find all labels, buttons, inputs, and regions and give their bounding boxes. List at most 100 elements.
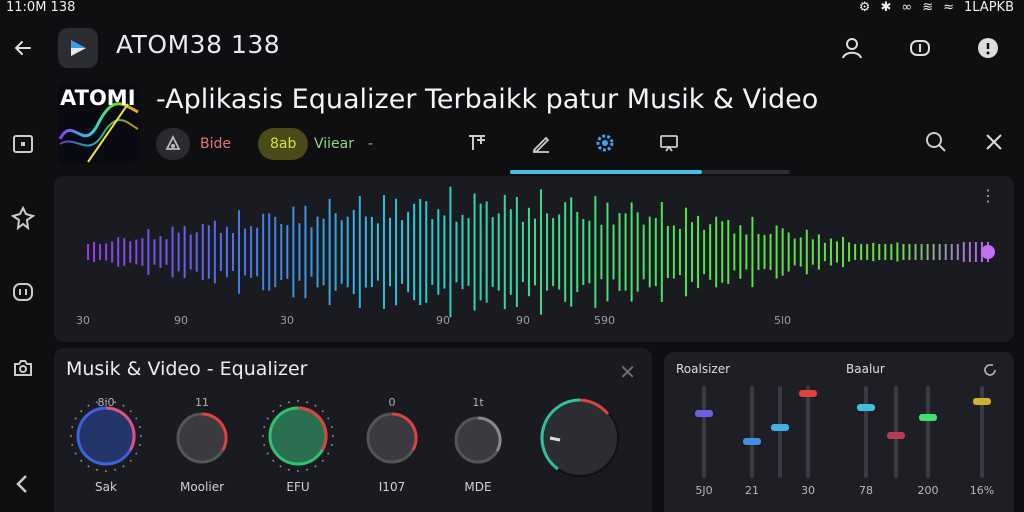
app-bar: ATOM38 138 bbox=[0, 24, 1024, 72]
tab-edit[interactable] bbox=[528, 130, 554, 156]
time-tick-label: 30 bbox=[280, 314, 294, 327]
toolbar: Bide 8ab Viiear - bbox=[156, 126, 1016, 174]
time-tick-label: 90 bbox=[174, 314, 188, 327]
fader-track[interactable] bbox=[926, 386, 930, 478]
share-button[interactable] bbox=[906, 34, 934, 62]
camera-icon bbox=[14, 360, 32, 376]
thumbnail-label: ATOMI bbox=[60, 86, 136, 110]
link-icon: ∞ bbox=[901, 0, 913, 15]
fader-handle[interactable] bbox=[799, 390, 817, 397]
equalizer-close-button[interactable]: ✕ bbox=[619, 360, 636, 384]
tab-layout[interactable] bbox=[464, 130, 490, 156]
mixer-panel: Roalsizer Baalur 5J0 21 30 78 200 16% bbox=[664, 352, 1014, 512]
signal-icon: ≈ bbox=[943, 0, 954, 15]
settings-icon: ⚙ bbox=[858, 0, 871, 15]
mixer-header-left: Roalsizer bbox=[676, 362, 731, 376]
sidebar-item-screen[interactable] bbox=[9, 130, 37, 158]
eq-knob-value: 0 bbox=[388, 396, 396, 409]
profile-button[interactable] bbox=[838, 34, 866, 62]
eq-knob-label: MDE bbox=[464, 480, 492, 494]
close-icon bbox=[986, 134, 1002, 150]
chip-music[interactable]: Bide bbox=[200, 128, 231, 160]
eq-knob-label: Moolier bbox=[179, 480, 225, 494]
fader-handle[interactable] bbox=[771, 424, 789, 431]
sidebar-item-gamepad[interactable] bbox=[9, 278, 37, 306]
tab-indicator bbox=[510, 170, 790, 174]
fader-handle[interactable] bbox=[973, 398, 991, 405]
eq-knob[interactable] bbox=[358, 404, 426, 472]
toolbar-right-actions bbox=[924, 130, 1006, 158]
eq-knob[interactable] bbox=[68, 398, 144, 474]
chip-video[interactable]: Viiear bbox=[314, 128, 354, 160]
waveform-panel[interactable]: ⋮ 30 90 30 90 90 590 5l0 bbox=[54, 176, 1014, 342]
audio-mode-button[interactable] bbox=[156, 128, 190, 160]
time-tick-label: 5l0 bbox=[774, 314, 792, 327]
bluetooth-icon: ✱ bbox=[880, 0, 892, 15]
fader-value: 5J0 bbox=[695, 484, 713, 497]
share-icon bbox=[910, 40, 930, 56]
tab-cast[interactable] bbox=[656, 130, 682, 156]
gamepad-icon bbox=[13, 283, 33, 301]
app-logo bbox=[58, 28, 98, 68]
back-button[interactable] bbox=[10, 34, 38, 62]
refresh-icon bbox=[984, 364, 996, 376]
app-title: ATOM38 138 bbox=[116, 30, 281, 59]
eq-knob-label: Sak bbox=[95, 480, 117, 494]
gear-icon bbox=[596, 134, 614, 152]
fader-handle[interactable] bbox=[695, 410, 713, 417]
master-volume-knob[interactable] bbox=[538, 396, 622, 480]
app-thumbnail: ATOMI bbox=[58, 84, 140, 164]
eq-knob-value: 1t bbox=[472, 396, 484, 409]
music-note-icon bbox=[165, 135, 181, 150]
time-tick-label: 590 bbox=[594, 314, 615, 327]
eq-knob[interactable] bbox=[260, 398, 336, 474]
waveform-more-button[interactable]: ⋮ bbox=[980, 186, 996, 205]
screen-icon bbox=[13, 135, 33, 153]
mixer-reset-button[interactable] bbox=[982, 362, 998, 382]
fader-handle[interactable] bbox=[743, 438, 761, 445]
search-icon bbox=[926, 132, 946, 152]
eq-knob[interactable] bbox=[168, 404, 236, 472]
eq-knob[interactable] bbox=[446, 408, 510, 472]
tab-settings[interactable] bbox=[592, 130, 618, 156]
fader-track[interactable] bbox=[778, 386, 782, 478]
time-tick-label: 90 bbox=[436, 314, 450, 327]
fader-track[interactable] bbox=[750, 386, 754, 478]
toolbar-tabs bbox=[464, 130, 682, 156]
puzzle-icon bbox=[11, 206, 35, 230]
fader-track[interactable] bbox=[806, 386, 810, 478]
close-button[interactable] bbox=[982, 130, 1006, 158]
sidebar-item-puzzle[interactable] bbox=[9, 204, 37, 232]
info-icon bbox=[978, 38, 998, 58]
fader-value: 200 bbox=[917, 484, 939, 497]
sidebar-collapse-button[interactable] bbox=[9, 470, 37, 498]
status-battery-text: 1LAPKB bbox=[964, 0, 1014, 15]
info-button[interactable] bbox=[974, 34, 1002, 62]
arrow-left-icon bbox=[14, 41, 31, 55]
fader-value: 21 bbox=[745, 484, 759, 497]
sidebar-item-camera[interactable] bbox=[9, 354, 37, 382]
equalizer-panel: Musik & Video - Equalizer ✕ Sak 8i0 Moolie… bbox=[54, 348, 652, 512]
fader-track[interactable] bbox=[864, 386, 868, 478]
time-tick-label: 90 bbox=[516, 314, 530, 327]
time-tick-label: 30 bbox=[76, 314, 90, 327]
chip-selected[interactable]: 8ab bbox=[258, 128, 309, 160]
search-button[interactable] bbox=[924, 130, 948, 158]
eq-knob-value: 8i0 bbox=[97, 396, 115, 409]
chip-dropdown-caret[interactable]: - bbox=[368, 128, 373, 160]
fader-handle[interactable] bbox=[887, 432, 905, 439]
fader-track[interactable] bbox=[702, 386, 706, 478]
play-logo-icon bbox=[71, 40, 86, 56]
eq-knob-value: 11 bbox=[195, 396, 209, 409]
fader-handle[interactable] bbox=[919, 414, 937, 421]
user-icon bbox=[842, 38, 862, 59]
status-time: 11:0M 138 bbox=[6, 0, 76, 15]
fader-handle[interactable] bbox=[857, 404, 875, 411]
fader-value: 30 bbox=[801, 484, 815, 497]
fader-value: 78 bbox=[859, 484, 873, 497]
eq-knob-label: EFU bbox=[286, 480, 310, 494]
playhead-handle[interactable] bbox=[981, 245, 995, 259]
fader-value: 16% bbox=[969, 484, 995, 497]
layout-icon bbox=[469, 135, 485, 150]
tab-indicator-fill bbox=[510, 170, 702, 174]
